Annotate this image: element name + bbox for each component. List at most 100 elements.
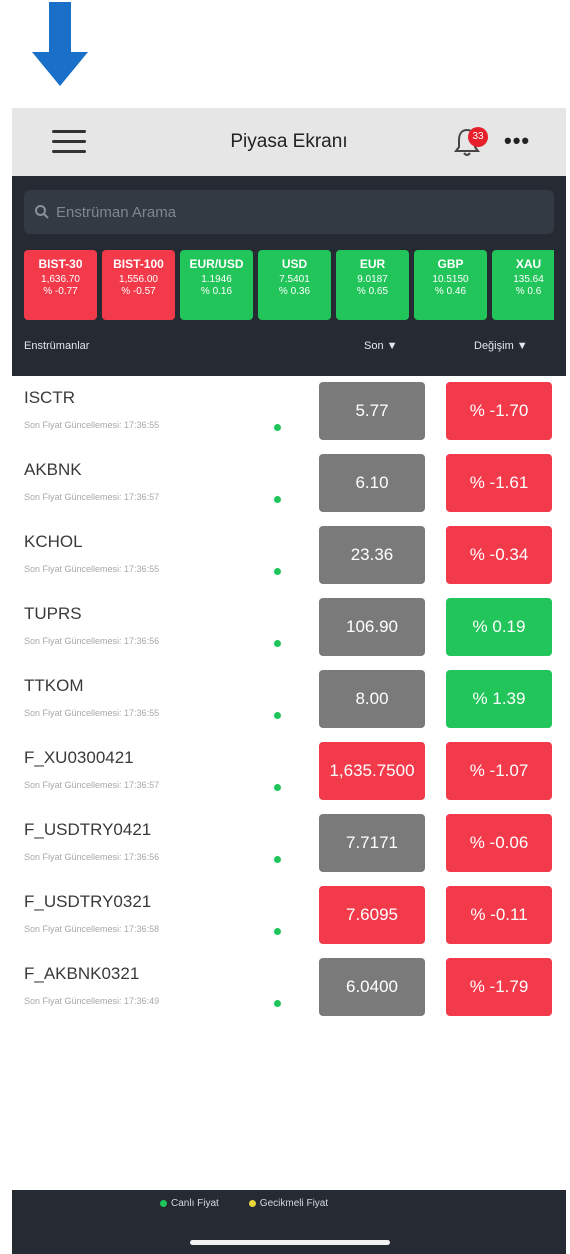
delayed-dot-icon bbox=[248, 1200, 256, 1207]
change-cell[interactable]: % 0.19 bbox=[446, 598, 552, 656]
ticker-name: EUR/USD bbox=[189, 257, 244, 271]
instrument-symbol: KCHOL bbox=[24, 532, 83, 551]
change-cell[interactable]: % -0.06 bbox=[446, 814, 552, 872]
instrument-row[interactable]: TUPRS Son Fiyat Güncellemesi: 17:36:56 106… bbox=[12, 598, 566, 670]
instrument-row[interactable]: F_AKBNK0321 Son Fiyat Güncellemesi: 17:36… bbox=[12, 958, 566, 1030]
ticker-change: % -0.77 bbox=[43, 286, 78, 297]
top-bar: Piyasa Ekranı 33 ••• bbox=[12, 108, 566, 176]
live-status-dot bbox=[274, 640, 281, 647]
hamburger-menu-icon[interactable] bbox=[52, 130, 86, 154]
ticker-card[interactable]: BIST-100 1,556.00% -0.57 bbox=[102, 250, 175, 320]
ticker-strip: BIST-30 1,636.70% -0.77 BIST-100 1,556.00% … bbox=[24, 250, 554, 320]
last-update-time: Son Fiyat Güncellemesi: 17:36:56 bbox=[24, 852, 160, 862]
market-summary-panel: BIST-30 1,636.70% -0.77 BIST-1001,556.00% … bbox=[12, 176, 566, 376]
ticker-change: % 0.6 bbox=[515, 286, 542, 297]
legend-delayed-label: Gecikmeli Fiyat bbox=[259, 1198, 329, 1209]
ticker-change: % 0.65 bbox=[356, 286, 389, 297]
ticker-change: % 0.36 bbox=[278, 286, 311, 297]
instrument-symbol: F_USDTRY0421 bbox=[24, 820, 152, 839]
last-price-cell[interactable]: 8.00 bbox=[319, 670, 425, 728]
legend-live: Canlı Fiyat bbox=[160, 1198, 219, 1209]
ticker-card[interactable]: EUR 9.0187% 0.65 bbox=[336, 250, 409, 320]
ticker-card[interactable]: BIST-30 1,636.70% -0.77 bbox=[24, 250, 97, 320]
last-price-cell[interactable]: 5.77 bbox=[319, 382, 425, 440]
down-arrow-icon bbox=[32, 2, 88, 86]
last-price-cell[interactable]: 6.10 bbox=[319, 454, 425, 512]
live-status-dot bbox=[274, 568, 281, 575]
ticker-name: XAU bbox=[515, 257, 542, 271]
instrument-symbol: TUPRS bbox=[24, 604, 82, 623]
ticker-change: % 0.16 bbox=[200, 286, 233, 297]
search-icon bbox=[35, 205, 49, 219]
ticker-name: USD bbox=[281, 257, 308, 271]
app-screen: Piyasa Ekranı 33 ••• BIST-301,636.70% -0… bbox=[12, 108, 566, 1254]
instrument-symbol: AKBNK bbox=[24, 460, 82, 479]
ticker-card[interactable]: USD 7.5401% 0.36 bbox=[258, 250, 331, 320]
instrument-symbol: F_USDTRY0321 bbox=[24, 892, 152, 911]
instrument-row[interactable]: F_XU0300421 Son Fiyat Güncellemesi: 17:36… bbox=[12, 742, 566, 814]
home-indicator[interactable] bbox=[190, 1240, 390, 1245]
last-update-time: Son Fiyat Güncellemesi: 17:36:55 bbox=[24, 420, 160, 430]
live-status-dot bbox=[274, 1000, 281, 1007]
ticker-card[interactable]: GBP 10.5150% 0.46 bbox=[414, 250, 487, 320]
live-status-dot bbox=[274, 856, 281, 863]
ticker-value: 135.64 bbox=[513, 274, 544, 285]
ticker-name: BIST-30 bbox=[38, 257, 83, 271]
live-status-dot bbox=[274, 496, 281, 503]
ticker-change: % -0.57 bbox=[121, 286, 156, 297]
instrument-row[interactable]: KCHOL Son Fiyat Güncellemesi: 17:36:55 23.… bbox=[12, 526, 566, 598]
ticker-value: 9.0187 bbox=[357, 274, 388, 285]
last-price-cell[interactable]: 7.6095 bbox=[319, 886, 425, 944]
sort-last-price[interactable]: Son ▼ bbox=[364, 340, 398, 352]
last-update-time: Son Fiyat Güncellemesi: 17:36:58 bbox=[24, 924, 160, 934]
legend-live-label: Canlı Fiyat bbox=[171, 1198, 219, 1209]
instrument-row[interactable]: AKBNK Son Fiyat Güncellemesi: 17:36:57 6.1… bbox=[12, 454, 566, 526]
column-instruments: Enstrümanlar bbox=[24, 340, 90, 352]
change-cell[interactable]: % -0.11 bbox=[446, 886, 552, 944]
more-options-button[interactable]: ••• bbox=[504, 130, 530, 152]
last-update-time: Son Fiyat Güncellemesi: 17:36:56 bbox=[24, 636, 160, 646]
live-status-dot bbox=[274, 928, 281, 935]
last-update-time: Son Fiyat Güncellemesi: 17:36:55 bbox=[24, 564, 160, 574]
last-price-cell[interactable]: 1,635.7500 bbox=[319, 742, 425, 800]
ticker-change: % 0.46 bbox=[434, 286, 467, 297]
instrument-symbol: TTKOM bbox=[24, 676, 84, 695]
live-status-dot bbox=[274, 784, 281, 791]
last-price-cell[interactable]: 23.36 bbox=[319, 526, 425, 584]
sort-change[interactable]: Değişim ▼ bbox=[474, 340, 528, 352]
instrument-symbol: F_XU0300421 bbox=[24, 748, 134, 767]
last-price-cell[interactable]: 7.7171 bbox=[319, 814, 425, 872]
ticker-name: BIST-100 bbox=[113, 257, 164, 271]
search-bar bbox=[24, 190, 554, 234]
ticker-value: 7.5401 bbox=[279, 274, 310, 285]
ticker-value: 1,636.70 bbox=[41, 274, 80, 285]
last-update-time: Son Fiyat Güncellemesi: 17:36:49 bbox=[24, 996, 160, 1006]
ticker-card[interactable]: EUR/USD 1.1946% 0.16 bbox=[180, 250, 253, 320]
last-price-cell[interactable]: 106.90 bbox=[319, 598, 425, 656]
ticker-value: 10.5150 bbox=[432, 274, 469, 285]
ticker-name: EUR bbox=[359, 257, 386, 271]
change-cell[interactable]: % -0.34 bbox=[446, 526, 552, 584]
last-update-time: Son Fiyat Güncellemesi: 17:36:57 bbox=[24, 492, 160, 502]
change-cell[interactable]: % 1.39 bbox=[446, 670, 552, 728]
last-price-cell[interactable]: 6.0400 bbox=[319, 958, 425, 1016]
change-cell[interactable]: % -1.79 bbox=[446, 958, 552, 1016]
ticker-card[interactable]: XAU 135.64% 0.6 bbox=[492, 250, 554, 320]
live-status-dot bbox=[274, 712, 281, 719]
legend: Canlı Fiyat Gecikmeli Fiyat bbox=[160, 1198, 328, 1209]
column-headers: Enstrümanlar Son ▼ Değişim ▼ bbox=[24, 334, 554, 360]
instrument-row[interactable]: F_USDTRY0421 Son Fiyat Güncellemesi: 17:3… bbox=[12, 814, 566, 886]
instrument-symbol: F_AKBNK0321 bbox=[24, 964, 140, 983]
last-update-time: Son Fiyat Güncellemesi: 17:36:55 bbox=[24, 708, 160, 718]
instrument-list: ISCTR Son Fiyat Güncellemesi: 17:36:55 5.7… bbox=[12, 376, 566, 1030]
ticker-name: GBP bbox=[437, 257, 464, 271]
instrument-row[interactable]: TTKOM Son Fiyat Güncellemesi: 17:36:55 8.0… bbox=[12, 670, 566, 742]
live-dot-icon bbox=[160, 1200, 167, 1207]
change-cell[interactable]: % -1.07 bbox=[446, 742, 552, 800]
search-input[interactable] bbox=[56, 203, 536, 221]
instrument-row[interactable]: F_USDTRY0321 Son Fiyat Güncellemesi: 17:3… bbox=[12, 886, 566, 958]
change-cell[interactable]: % -1.70 bbox=[446, 382, 552, 440]
ticker-value: 1.1946 bbox=[201, 274, 232, 285]
change-cell[interactable]: % -1.61 bbox=[446, 454, 552, 512]
instrument-row[interactable]: ISCTR Son Fiyat Güncellemesi: 17:36:55 5.7… bbox=[12, 382, 566, 454]
